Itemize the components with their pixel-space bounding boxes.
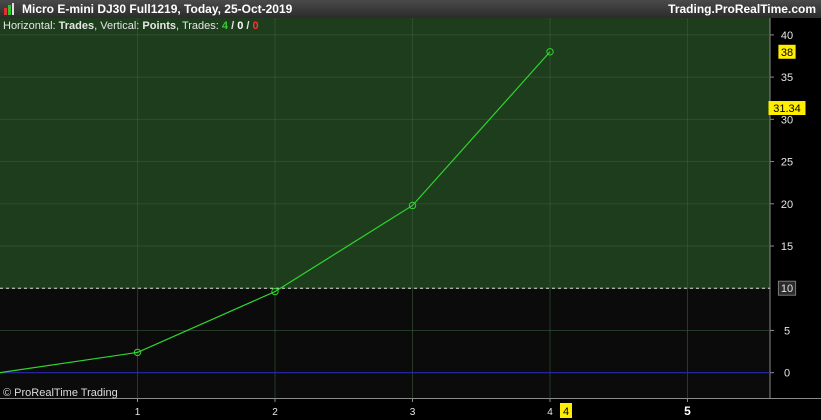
equity-chart[interactable]: 0 5 15 20 25 30 35 40 1 2 3 4 5 10 38 31.34 4 — [0, 0, 821, 420]
profit-zone — [0, 18, 770, 289]
y-tick-label: 30 — [781, 114, 793, 126]
copyright-text: © ProRealTime Trading — [3, 387, 118, 399]
trades-label: , Trades: — [176, 20, 222, 32]
x-tick-label: 3 — [410, 407, 416, 418]
lower-zone — [0, 288, 770, 398]
x-tick-label: 5 — [684, 404, 691, 418]
y-tick-label: 40 — [781, 30, 793, 42]
horizontal-label: Horizontal: — [3, 20, 59, 32]
x-tick-label: 1 — [135, 407, 141, 418]
x-tick-label: 4 — [547, 407, 553, 418]
y-tick-label: 35 — [781, 72, 793, 84]
y-axis-panel — [770, 18, 821, 398]
vertical-value: Points — [142, 20, 177, 32]
trades-sep-1: / — [228, 20, 238, 32]
y-tick-label: 5 — [784, 325, 790, 337]
y-tick-label: 25 — [781, 157, 793, 169]
current-value-tag: 31.34 — [773, 103, 801, 115]
x-tick-label: 2 — [272, 407, 278, 418]
y-tick-label: 20 — [781, 199, 793, 211]
y-tick-label: 0 — [784, 368, 790, 380]
horizontal-value: Trades — [58, 20, 95, 32]
last-value-tag: 38 — [781, 47, 793, 59]
chart-info-line: Horizontal: Trades, Vertical: Points, Tr… — [3, 20, 259, 32]
trades-losing: 0 — [252, 20, 259, 32]
vertical-label: , Vertical: — [94, 20, 143, 32]
threshold-tag: 10 — [781, 283, 793, 295]
x-marker-label: 4 — [563, 406, 569, 418]
y-tick-label: 15 — [781, 241, 793, 253]
